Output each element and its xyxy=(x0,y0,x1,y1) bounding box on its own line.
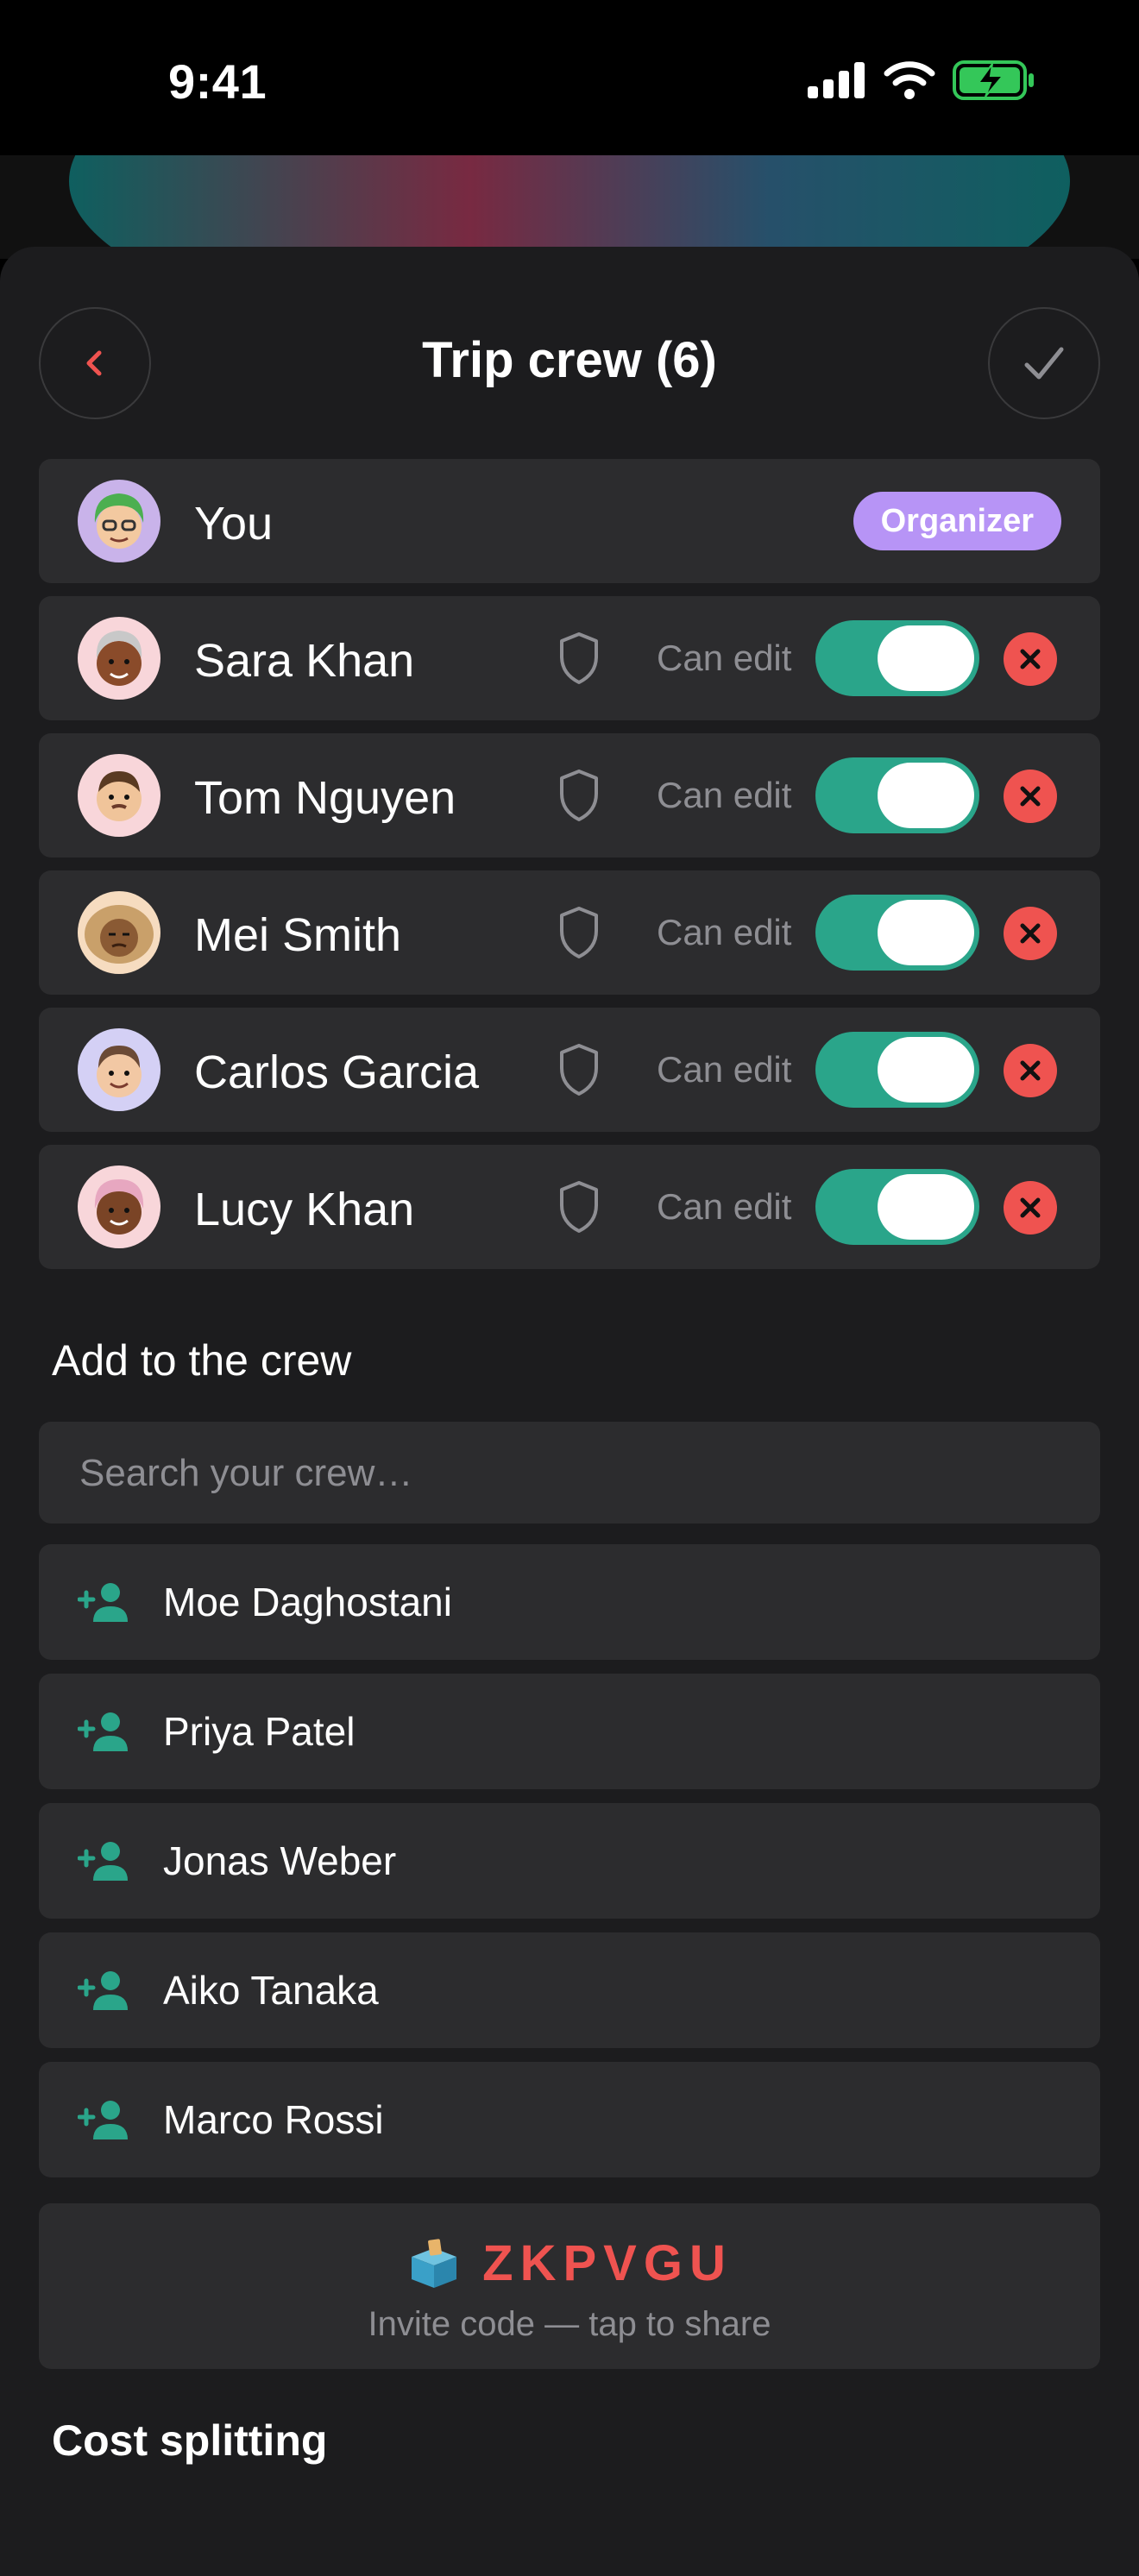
search-input[interactable] xyxy=(78,1422,1065,1525)
can-edit-toggle[interactable] xyxy=(815,1032,979,1108)
checkmark-icon xyxy=(1024,347,1064,380)
candidate-row[interactable]: Moe Daghostani xyxy=(39,1544,1100,1660)
invite-hint: Invite code — tap to share xyxy=(368,2305,771,2343)
member-name: Lucy Khan xyxy=(194,1184,415,1235)
avatar-image xyxy=(96,631,142,686)
avatar xyxy=(78,754,160,837)
battery-charging-icon xyxy=(953,60,1034,100)
shield-icon[interactable] xyxy=(557,1042,601,1097)
can-edit-toggle[interactable] xyxy=(815,895,979,971)
member-name: Sara Khan xyxy=(194,635,415,687)
can-edit-label: Can edit xyxy=(657,912,792,952)
search-field[interactable] xyxy=(39,1422,1100,1525)
can-edit-label: Can edit xyxy=(657,1049,792,1090)
remove-member-button[interactable] xyxy=(1004,907,1057,960)
close-icon xyxy=(1020,923,1041,944)
organizer-badge: Organizer xyxy=(853,492,1061,550)
close-icon xyxy=(1020,649,1041,669)
avatar xyxy=(78,1028,160,1111)
member-row: Sara Khan Can edit xyxy=(39,596,1100,720)
ballot-box-icon xyxy=(412,2238,457,2288)
remove-member-button[interactable] xyxy=(1004,1181,1057,1235)
invite-code: ZKPVGU xyxy=(482,2235,733,2291)
status-icons xyxy=(808,60,1035,100)
add-person-icon xyxy=(78,1842,128,1881)
wifi-icon xyxy=(884,61,935,99)
member-row: Tom Nguyen Can edit xyxy=(39,733,1100,858)
invite-code-card[interactable]: ZKPVGU Invite code — tap to share xyxy=(39,2203,1100,2369)
avatar xyxy=(78,617,160,700)
member-row: Mei Smith Can edit xyxy=(39,870,1100,995)
avatar-image xyxy=(94,1179,144,1235)
can-edit-toggle[interactable] xyxy=(815,620,979,696)
add-section-title: Add to the crew xyxy=(52,1336,352,1385)
remove-member-button[interactable] xyxy=(1004,1044,1057,1097)
avatar-image xyxy=(97,1046,142,1097)
avatar xyxy=(78,1165,160,1248)
add-person-icon xyxy=(78,1971,128,2010)
can-edit-label: Can edit xyxy=(657,1186,792,1227)
candidate-name: Aiko Tanaka xyxy=(163,1968,379,2013)
avatar xyxy=(78,480,160,562)
shield-icon[interactable] xyxy=(557,905,601,960)
can-edit-label: Can edit xyxy=(657,638,792,678)
add-person-icon xyxy=(78,1712,128,1751)
candidate-name: Priya Patel xyxy=(163,1709,356,1754)
close-icon xyxy=(1020,786,1041,807)
can-edit-toggle[interactable] xyxy=(815,757,979,833)
candidate-row[interactable]: Jonas Weber xyxy=(39,1803,1100,1919)
remove-member-button[interactable] xyxy=(1004,770,1057,823)
shield-icon[interactable] xyxy=(557,768,601,823)
remove-member-button[interactable] xyxy=(1004,632,1057,686)
status-time: 9:41 xyxy=(168,54,267,109)
avatar xyxy=(78,891,160,974)
candidate-name: Moe Daghostani xyxy=(163,1580,452,1624)
cellular-signal-icon xyxy=(808,62,865,98)
avatar-image xyxy=(85,905,154,964)
background-cover-image xyxy=(0,155,1139,259)
confirm-button[interactable] xyxy=(988,307,1100,419)
close-icon xyxy=(1020,1060,1041,1081)
cost-splitting-title: Cost splitting xyxy=(52,2416,328,2465)
shield-icon[interactable] xyxy=(557,631,601,686)
avatar-image xyxy=(94,493,144,549)
avatar-image xyxy=(97,771,142,821)
candidate-name: Marco Rossi xyxy=(163,2097,384,2142)
can-edit-toggle[interactable] xyxy=(815,1169,979,1245)
candidate-row[interactable]: Marco Rossi xyxy=(39,2062,1100,2177)
member-row-organizer: You Organizer xyxy=(39,459,1100,583)
status-bar: 9:41 xyxy=(0,0,1139,155)
member-row: Carlos Garcia Can edit xyxy=(39,1008,1100,1132)
candidate-name: Jonas Weber xyxy=(163,1838,397,1883)
member-name: Mei Smith xyxy=(194,909,402,961)
member-name: Carlos Garcia xyxy=(194,1046,480,1098)
candidate-row[interactable]: Aiko Tanaka xyxy=(39,1932,1100,2048)
page-title: Trip crew (6) xyxy=(422,332,717,388)
close-icon xyxy=(1020,1197,1041,1218)
add-person-icon xyxy=(78,2101,128,2139)
add-person-icon xyxy=(78,1583,128,1622)
shield-icon[interactable] xyxy=(557,1179,601,1235)
member-name: Tom Nguyen xyxy=(194,772,456,824)
member-name: You xyxy=(194,498,274,550)
candidate-row[interactable]: Priya Patel xyxy=(39,1674,1100,1789)
can-edit-label: Can edit xyxy=(657,775,792,815)
member-row: Lucy Khan Can edit xyxy=(39,1145,1100,1269)
